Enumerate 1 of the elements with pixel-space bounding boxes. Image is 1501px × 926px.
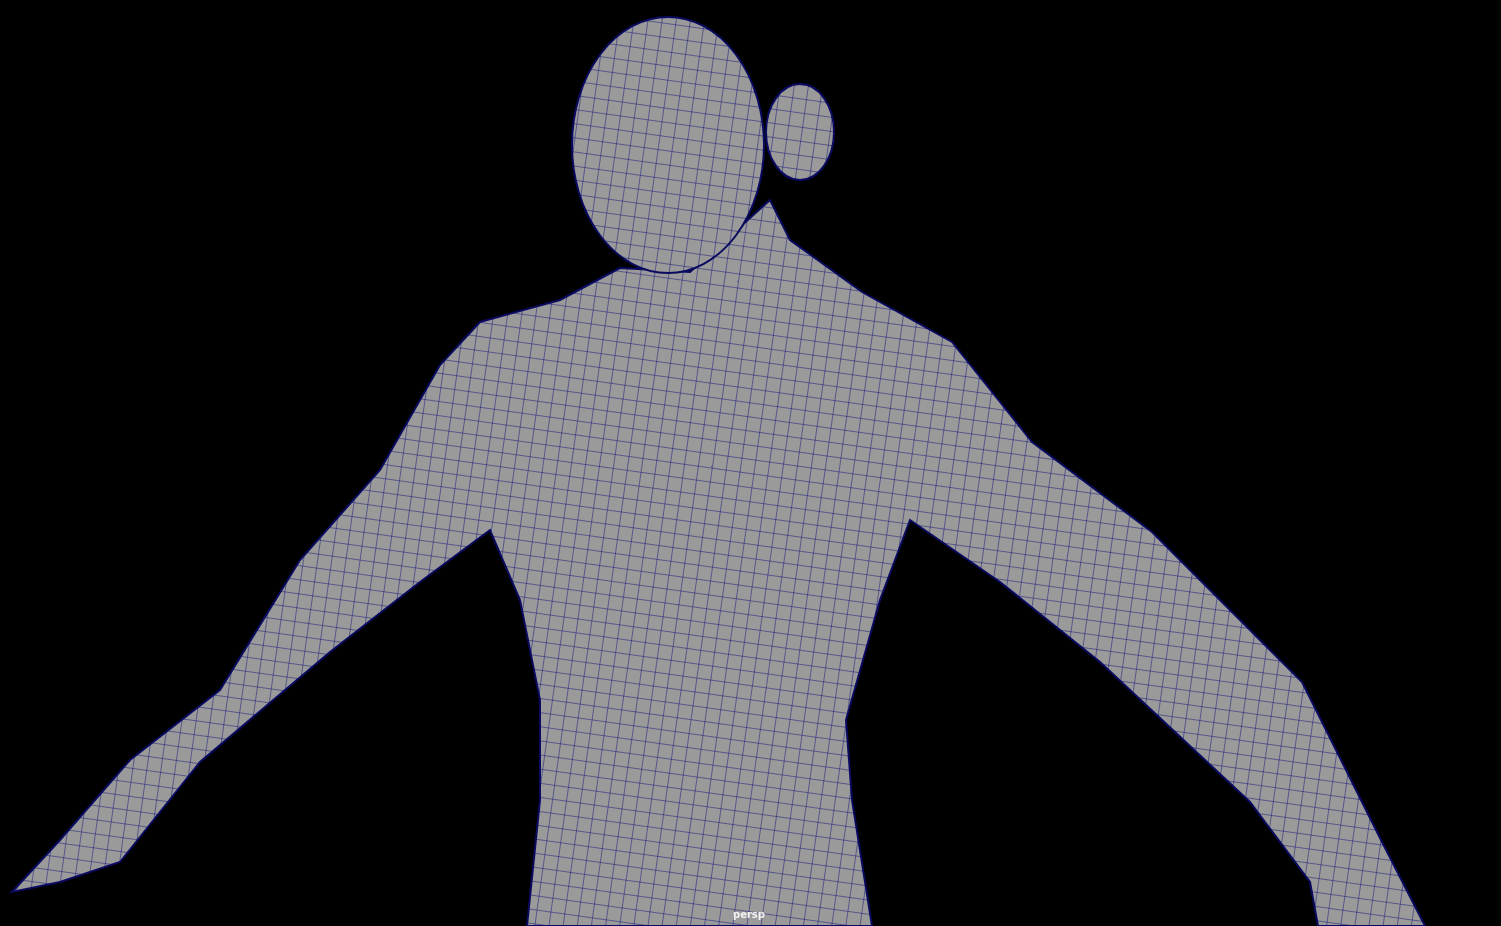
camera-label: persp xyxy=(733,909,765,920)
